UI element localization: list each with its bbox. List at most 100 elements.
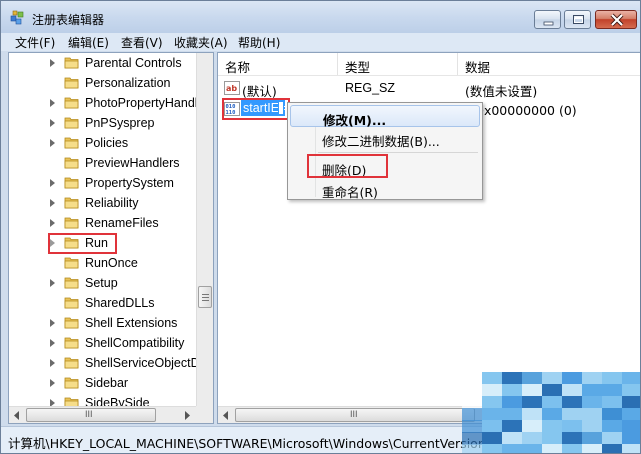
value-type: REG_SZ [345,81,396,95]
menu-view[interactable]: 查看(V) [121,34,163,51]
menu-item-rename[interactable]: 重命名(R) [290,178,480,200]
scroll-left-icon[interactable] [13,411,21,420]
folder-icon [64,117,79,129]
folder-icon [64,357,79,369]
menu-edit[interactable]: 编辑(E) [68,34,109,51]
tree-item-label: Sidebar [85,376,129,390]
tree-horizontal-scrollbar[interactable]: III [9,406,196,423]
tree-item-label: PnPSysprep [85,116,155,130]
menu-help[interactable]: 帮助(H) [238,34,280,51]
tree-vertical-scrollbar[interactable] [196,53,213,406]
tree-item[interactable]: Setup [9,274,199,292]
expand-arrow-icon[interactable] [50,119,55,127]
tree-hscroll-thumb[interactable]: III [26,408,156,422]
tree-item[interactable]: Personalization [9,74,199,92]
tree-item[interactable]: RenameFiles [9,214,199,232]
expand-arrow-icon[interactable] [50,339,55,347]
expand-arrow-icon[interactable] [50,279,55,287]
column-header-data[interactable]: 数据 [458,53,640,75]
expand-arrow-icon[interactable] [50,199,55,207]
tree-item[interactable]: ShellServiceObjectDelayLoad [9,354,213,372]
maximize-button[interactable] [564,10,591,29]
expand-arrow-icon[interactable] [50,99,55,107]
tree-item[interactable]: PreviewHandlers [9,154,199,172]
mosaic-tile [522,444,542,453]
value-data: 0x00000000 (0) [476,103,577,118]
expand-arrow-icon[interactable] [50,139,55,147]
minimize-button[interactable] [534,10,561,29]
tree-item[interactable]: PhotoPropertyHandler [9,94,209,112]
menu-item-modify[interactable]: 修改(M)... [290,105,480,128]
header-divider [218,75,640,76]
folder-icon [64,277,79,289]
tree-item[interactable]: SharedDLLs [9,294,199,312]
delete-highlight [307,154,388,178]
tree-item-label: ShellServiceObjectDelayLoad [85,356,213,370]
close-icon [610,13,624,27]
tree-item-label: RenameFiles [85,216,159,230]
tree-item[interactable]: ShellCompatibility [9,334,199,352]
key-tree-pane[interactable]: Parental Controls Personalization PhotoPro… [8,52,214,424]
scroll-corner [196,406,213,423]
title-bar[interactable]: 注册表编辑器 [1,1,640,33]
tree-item[interactable]: Parental Controls [9,54,199,72]
tree-item[interactable]: Policies [9,134,199,152]
folder-icon [64,77,79,89]
value-data: (数值未设置) [465,84,538,99]
column-header-type[interactable]: 类型 [338,53,458,75]
column-header-name[interactable]: 名称 [218,53,338,75]
folder-icon [64,297,79,309]
tree-item-label: Personalization [85,76,171,90]
tree-item[interactable]: Shell Extensions [9,314,199,332]
mosaic-tile [562,444,582,453]
tree-item[interactable]: PnPSysprep [9,114,199,132]
rename-highlight [222,98,290,120]
status-path: 计算机\HKEY_LOCAL_MACHINE\SOFTWARE\Microsof… [8,436,514,451]
tree-item-label: Reliability [85,196,139,210]
menu-separator [318,152,478,153]
expand-arrow-icon[interactable] [50,219,55,227]
expand-arrow-icon[interactable] [50,179,55,187]
folder-icon [64,177,79,189]
svg-text:ab: ab [226,84,237,93]
tree-item-label: Shell Extensions [85,316,178,330]
menu-item-label: 修改二进制数据(B)... [322,134,440,149]
grip-label: III [85,409,93,419]
close-button[interactable] [595,10,637,29]
expand-arrow-icon[interactable] [50,319,55,327]
folder-icon [64,337,79,349]
expand-arrow-icon[interactable] [50,359,55,367]
regedit-window: 注册表编辑器 文件(F) 编辑(E) 查看(V) 收藏夹(A) 帮助(H) Pa… [0,0,641,454]
tree-item[interactable]: PropertySystem [9,174,199,192]
tree-item-label: SharedDLLs [85,296,155,310]
tree-item[interactable]: Reliability [9,194,199,212]
tree-item-label: Parental Controls [85,56,182,70]
maximize-icon [573,15,584,24]
mosaic-tile [582,444,602,453]
tree-vscroll-thumb[interactable] [198,286,212,308]
mosaic-watermark [462,372,640,453]
menu-item-modify-binary[interactable]: 修改二进制数据(B)... [290,127,480,149]
mosaic-tile [602,444,622,453]
menu-favorites[interactable]: 收藏夹(A) [174,34,228,51]
scroll-left-icon[interactable] [222,411,230,420]
folder-icon [64,97,79,109]
tree-item[interactable]: RunOnce [9,254,199,272]
folder-icon [64,197,79,209]
value-row[interactable]: ab (默认) REG_SZ (数值未设置) [218,78,640,99]
mosaic-tile [482,444,502,453]
run-key-highlight [48,233,117,254]
tree-item-label: Policies [85,136,129,150]
expand-arrow-icon[interactable] [50,379,55,387]
expand-arrow-icon[interactable] [50,59,55,67]
minimize-icon [543,21,554,26]
menu-file[interactable]: 文件(F) [15,34,55,51]
tree-item-label: RunOnce [85,256,138,270]
menu-item-label: 重命名(R) [322,185,378,200]
list-hscroll-thumb[interactable]: III [235,408,475,422]
window-title: 注册表编辑器 [32,13,105,27]
mosaic-tile [502,444,522,453]
tree-item[interactable]: Sidebar [9,374,199,392]
scroll-right-icon[interactable] [184,411,192,420]
mosaic-tile [462,444,482,453]
